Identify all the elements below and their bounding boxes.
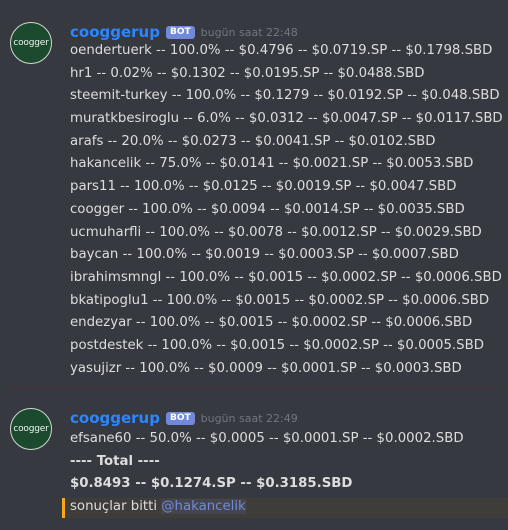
vote-line: endezyar -- 100.0% -- $0.0015 -- $0.0002… — [70, 315, 473, 331]
vote-line: postdestek -- 100.0% -- $0.0015 -- $0.00… — [70, 337, 484, 353]
vote-line: ibrahimsmngl -- 100.0% -- $0.0015 -- $0.… — [70, 269, 502, 285]
vote-line: efsane60 -- 50.0% -- $0.0005 -- $0.0001.… — [70, 431, 464, 446]
username[interactable]: cooggerup — [70, 409, 160, 427]
vote-line: oendertuerk -- 100.0% -- $0.4796 -- $0.0… — [70, 43, 493, 58]
vote-line: ucmuharfli -- 100.0% -- $0.0078 -- $0.00… — [70, 224, 482, 240]
message-header: cooggerup BOT bugün saat 22:49 — [70, 408, 298, 428]
vote-line: steemit-turkey -- 100.0% -- $0.1279 -- $… — [70, 88, 500, 104]
total-header: ---- Total ---- — [70, 453, 160, 469]
vote-line: hr1 -- 0.02% -- $0.1302 -- $0.0195.SP --… — [70, 65, 425, 81]
vote-line: pars11 -- 100.0% -- $0.0125 -- $0.0019.S… — [70, 179, 457, 195]
message-divider — [10, 388, 498, 389]
message-body: oendertuerk -- 100.0% -- $0.4796 -- $0.0… — [70, 40, 503, 380]
bot-avatar[interactable]: coogger — [10, 408, 52, 450]
vote-line: coogger -- 100.0% -- $0.0094 -- $0.0014.… — [70, 201, 465, 217]
vote-line: bkatipoglu1 -- 100.0% -- $0.0015 -- $0.0… — [70, 292, 490, 308]
bot-badge: BOT — [165, 25, 195, 39]
bot-badge: BOT — [165, 411, 195, 425]
vote-line: baycan -- 100.0% -- $0.0019 -- $0.0003.S… — [70, 247, 459, 263]
message-header: cooggerup BOT bugün saat 22:48 — [70, 22, 298, 42]
vote-line: yasujizr -- 100.0% -- $0.0009 -- $0.0001… — [70, 360, 462, 376]
final-text: sonuçlar bitti — [70, 499, 162, 515]
final-message: sonuçlar bitti @hakancelik — [70, 496, 464, 519]
timestamp[interactable]: bugün saat 22:49 — [201, 412, 298, 425]
total-values: $0.8493 -- $0.1274.SP -- $0.3185.SBD — [70, 476, 353, 492]
vote-line: arafs -- 20.0% -- $0.0273 -- $0.0041.SP … — [70, 133, 436, 149]
vote-line: muratkbesiroglu -- 6.0% -- $0.0312 -- $0… — [70, 111, 503, 127]
username[interactable]: cooggerup — [70, 23, 160, 41]
timestamp[interactable]: bugün saat 22:48 — [201, 26, 298, 39]
user-mention[interactable]: @hakancelik — [161, 499, 246, 515]
message-body: efsane60 -- 50.0% -- $0.0005 -- $0.0001.… — [70, 428, 464, 519]
vote-line: hakancelik -- 75.0% -- $0.0141 -- $0.002… — [70, 156, 474, 172]
bot-avatar[interactable]: coogger — [10, 22, 52, 64]
